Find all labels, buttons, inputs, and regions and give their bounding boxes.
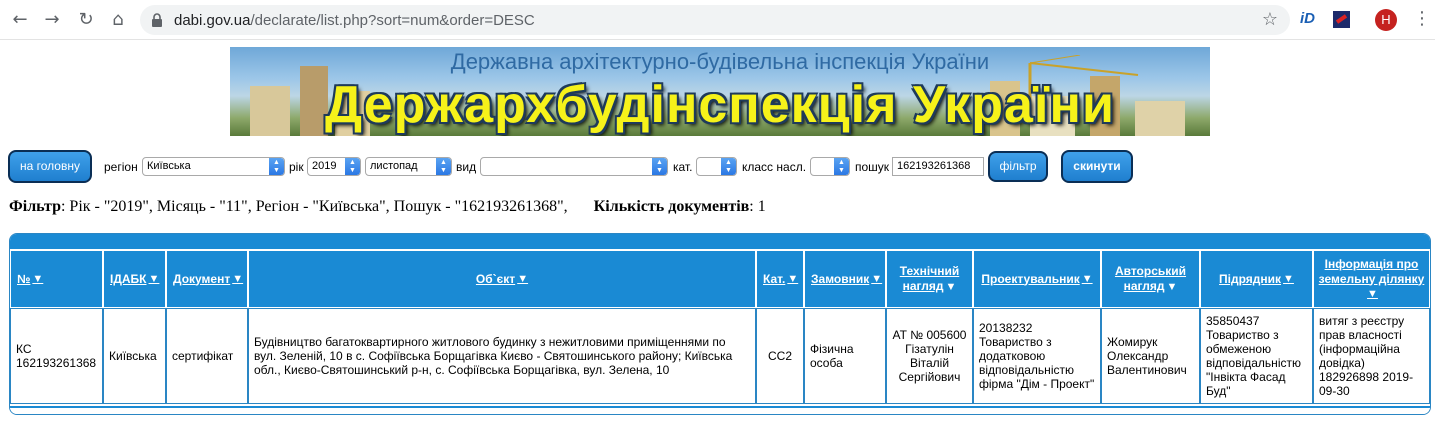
header-tech-supervision[interactable]: Технічний нагляд ▼ <box>886 250 973 308</box>
header-object[interactable]: Об`єкт ▼ <box>248 250 756 308</box>
search-input[interactable]: 162193261368 <box>892 157 984 176</box>
cell-customer: Фізична особа <box>804 308 886 404</box>
filter-button[interactable]: фільтр <box>988 151 1048 182</box>
sort-triangle-icon: ▼ <box>945 280 957 293</box>
year-label: рік <box>289 160 304 174</box>
back-arrow-icon[interactable]: ← <box>8 8 32 32</box>
header-author-supervision[interactable]: Авторський нагляд ▼ <box>1101 250 1200 308</box>
table-top-bar <box>10 234 1430 249</box>
category-select[interactable]: ▲ ▼ <box>696 157 737 176</box>
chevron-updown-icon: ▲ ▼ <box>269 158 284 175</box>
address-bar[interactable]: dabi.gov.ua/declarate/list.php?sort=num&… <box>140 5 1290 35</box>
chevron-updown-icon: ▲ ▼ <box>652 158 667 175</box>
sort-triangle-icon: ▼ <box>232 272 244 285</box>
cell-category: СС2 <box>756 308 804 404</box>
browser-toolbar: ← → ↻ ⌂ dabi.gov.ua/declarate/list.php?s… <box>0 0 1435 40</box>
lock-icon <box>152 13 162 27</box>
region-select[interactable]: Київська ▲ ▼ <box>142 157 285 176</box>
cell-contractor: 35850437 Товариство з обмеженою відповід… <box>1200 308 1313 404</box>
cell-num: КС 162193261368 <box>10 308 103 404</box>
cell-tech-supervision: АТ № 005600 Гізатулін Віталій Сергійович <box>886 308 973 404</box>
sort-triangle-icon: ▼ <box>32 272 44 285</box>
class-select[interactable]: ▲ ▼ <box>810 157 850 176</box>
cell-land-info: витяг з реєстру прав власності (інформац… <box>1313 308 1430 404</box>
sort-triangle-icon: ▼ <box>1367 287 1378 300</box>
cell-author-supervision: Жомирук Олександр Валентинович <box>1101 308 1200 404</box>
sort-triangle-icon: ▼ <box>1166 280 1178 293</box>
bookmark-star-icon[interactable]: ☆ <box>1262 9 1278 30</box>
sort-triangle-icon: ▼ <box>787 272 799 285</box>
filter-summary: Фільтр: Рік - "2019", Місяць - "11", Рег… <box>9 198 766 216</box>
home-button[interactable]: на головну <box>8 150 92 183</box>
extension-flag-icon[interactable] <box>1333 11 1350 28</box>
filter-summary-label: Фільтр <box>9 198 61 215</box>
region-label: регіон <box>104 160 138 174</box>
kebab-menu-icon[interactable]: ⋮ <box>1413 8 1431 29</box>
header-designer[interactable]: Проектувальник ▼ <box>973 250 1101 308</box>
reload-icon[interactable]: ↻ <box>74 8 98 32</box>
chevron-updown-icon: ▲ ▼ <box>834 158 849 175</box>
extension-id-icon[interactable]: iD <box>1300 10 1315 27</box>
sort-triangle-icon: ▼ <box>148 272 160 285</box>
sort-triangle-icon: ▼ <box>1081 272 1093 285</box>
url-text: dabi.gov.ua/declarate/list.php?sort=num&… <box>174 12 535 29</box>
forward-arrow-icon[interactable]: → <box>40 8 64 32</box>
declarations-table: № ▼ ІДАБК ▼ Документ ▼ Об`єкт ▼ Кат. ▼ Замовн… <box>9 233 1431 415</box>
doc-count-value: : 1 <box>749 198 766 215</box>
header-contractor[interactable]: Підрядник ▼ <box>1200 250 1313 308</box>
year-select[interactable]: 2019 ▲ ▼ <box>307 157 361 176</box>
type-select[interactable]: ▲ ▼ <box>480 157 668 176</box>
doc-count-label: Кількість документів <box>593 198 750 215</box>
filter-summary-text: : Рік - "2019", Місяць - "11", Регіон - … <box>60 198 568 215</box>
home-icon[interactable]: ⌂ <box>106 8 130 32</box>
cell-object: Будівництво багатоквартирного житлового … <box>248 308 756 404</box>
class-label: класс насл. <box>742 160 807 174</box>
banner-title: Держархбудінспекція України <box>325 76 1115 134</box>
sort-triangle-icon: ▼ <box>517 272 529 285</box>
category-label: кат. <box>673 160 693 174</box>
cell-idabk: Київська <box>103 308 166 404</box>
banner-subtitle: Державна архітектурно-будівельна інспекц… <box>450 49 990 74</box>
table-bottom-bar <box>10 406 1430 414</box>
header-land-info[interactable]: Інформація про земельну ділянку ▼ <box>1313 250 1430 308</box>
header-idabk[interactable]: ІДАБК ▼ <box>103 250 166 308</box>
cell-document: сертифікат <box>166 308 248 404</box>
profile-avatar[interactable]: H <box>1375 9 1397 31</box>
chevron-updown-icon: ▲ ▼ <box>436 158 451 175</box>
search-label: пошук <box>855 160 890 174</box>
sort-triangle-icon: ▼ <box>871 272 883 285</box>
header-num[interactable]: № ▼ <box>10 250 103 308</box>
reset-button[interactable]: скинути <box>1061 150 1133 183</box>
type-label: вид <box>456 160 477 174</box>
sort-triangle-icon: ▼ <box>1283 272 1294 285</box>
header-customer[interactable]: Замовник ▼ <box>804 250 886 308</box>
header-document[interactable]: Документ ▼ <box>166 250 248 308</box>
chevron-updown-icon: ▲ ▼ <box>345 158 360 175</box>
cell-designer: 20138232 Товариство з додатковою відпові… <box>973 308 1101 404</box>
month-select[interactable]: листопад ▲ ▼ <box>365 157 452 176</box>
chevron-updown-icon: ▲ ▼ <box>721 158 736 175</box>
site-banner: Державна архітектурно-будівельна інспекц… <box>230 47 1210 136</box>
header-category[interactable]: Кат. ▼ <box>756 250 804 308</box>
